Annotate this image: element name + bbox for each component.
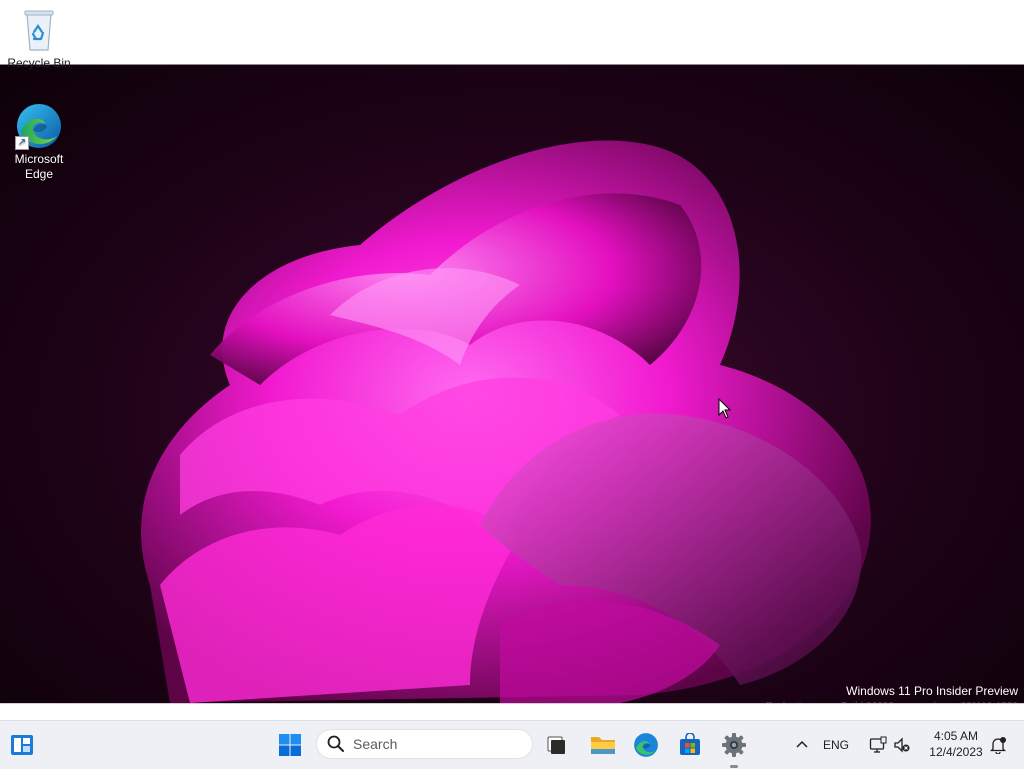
input-language-indicator[interactable]: ENG [823,738,849,752]
desktop-icon-microsoft-edge[interactable]: ↗ Microsoft Edge [1,102,77,182]
shortcut-arrow-icon: ↗ [15,136,29,150]
store-icon [680,733,700,755]
notifications-button[interactable] [982,729,1014,761]
taskbar: Search ENG 4:05 AM 12/4/2023 [0,720,1024,769]
mouse-pointer-icon [718,397,732,424]
windows-start-icon [279,734,301,756]
microsoft-store-button[interactable] [674,729,706,761]
start-button[interactable] [274,729,306,761]
watermark-edition: Windows 11 Pro Insider Preview [846,684,1018,698]
bloom-artwork [141,140,871,703]
desktop-top-strip [0,0,1024,65]
edge-label-line1: Microsoft [14,152,64,166]
desktop: Recycle Bin ↗ Microsoft Edge Windows 11 … [0,0,1024,769]
edge-icon [634,733,658,757]
wallpaper [0,65,1024,703]
widgets-icon [11,735,33,755]
network-icon [869,736,887,753]
folder-icon [591,737,615,754]
chevron-up-icon [796,740,808,748]
search-icon [327,735,345,753]
show-hidden-icons-button[interactable] [786,729,818,761]
edge-icon: ↗ [15,102,63,150]
edge-label-line2: Edge [24,167,54,181]
recycle-bin-label: Recycle Bin [7,56,71,70]
file-explorer-button[interactable] [587,729,619,761]
notification-bell-icon [989,737,1007,754]
gear-icon [722,733,746,757]
volume-muted-icon [894,737,910,753]
search-placeholder: Search [353,736,398,752]
task-view-icon [547,736,565,754]
volume-button[interactable] [886,729,918,761]
settings-button[interactable] [718,729,750,761]
desktop-bottom-strip [0,703,1024,721]
widgets-button[interactable] [6,729,38,761]
task-view-button[interactable] [540,729,572,761]
taskbar-search-box[interactable]: Search [316,729,533,759]
desktop-icon-recycle-bin[interactable]: Recycle Bin [1,6,77,71]
taskbar-edge-button[interactable] [630,729,662,761]
recycle-bin-icon [15,6,63,54]
